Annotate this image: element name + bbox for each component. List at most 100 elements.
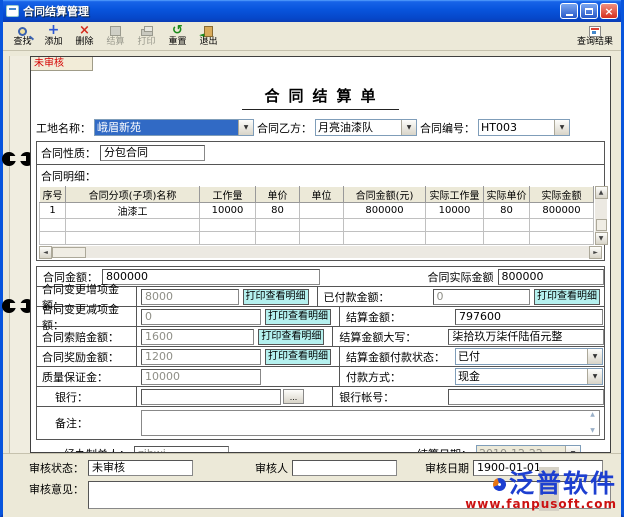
cell[interactable]: 油漆工 — [66, 203, 200, 219]
contract-detail-box: 合同性质： 分包合同 合同明细： 序号 — [36, 141, 605, 261]
change-minus-input[interactable]: 0 — [141, 309, 261, 325]
toolbar-query-result-button[interactable]: 查询结果 — [575, 23, 615, 47]
settlement-form-panel: 未审核 合同结算单 工地名称： 峨眉新苑 ▼ 合同乙方： 月亮油漆队 ▼ — [30, 56, 611, 453]
remark-textarea[interactable]: ▲ ▼ — [141, 410, 600, 436]
scroll-up-icon[interactable]: ▲ — [590, 412, 595, 418]
print-detail-button[interactable]: 打印查看明细 — [265, 309, 331, 325]
print-detail-button[interactable]: 打印查看明细 — [534, 289, 600, 305]
reviewer-label: 审核人 — [255, 460, 288, 476]
party-b-select[interactable]: 月亮油漆队 ▼ — [315, 119, 417, 136]
print-detail-button[interactable]: 打印查看明细 — [265, 349, 331, 365]
toolbar-print-button: 打印 — [131, 23, 162, 47]
cell[interactable] — [300, 203, 344, 219]
quality-deposit-label: 质量保证金： — [37, 367, 137, 386]
contract-nature-label: 合同性质： — [41, 145, 96, 161]
toolbar-reset-button[interactable]: ↺ 重置 — [162, 23, 193, 47]
contract-no-select[interactable]: HT003 ▼ — [478, 119, 570, 136]
scroll-right-icon[interactable]: ► — [589, 246, 602, 259]
cell[interactable]: 10000 — [200, 203, 256, 219]
contract-nature-input[interactable]: 分包合同 — [100, 145, 205, 161]
scroll-down-icon[interactable]: ▼ — [595, 232, 608, 245]
operator-input[interactable]: zjhwj — [134, 446, 229, 454]
maximize-button[interactable] — [580, 3, 598, 19]
reviewer-input[interactable] — [292, 460, 397, 476]
amount-capital-input[interactable]: 柒拾玖万柒仟陆佰元整 — [448, 329, 604, 345]
print-detail-button[interactable]: 打印查看明细 — [243, 289, 309, 305]
scroll-down-icon[interactable]: ▼ — [590, 428, 595, 434]
cell[interactable]: 10000 — [426, 203, 484, 219]
table-row-empty[interactable] — [40, 219, 594, 232]
settle-date-select[interactable]: 2010-12-22 ▼ — [476, 445, 581, 453]
chevron-down-icon[interactable]: ▼ — [587, 369, 602, 384]
scroll-left-icon[interactable]: ◄ — [39, 246, 52, 259]
col-header: 实际单价 — [484, 187, 530, 203]
chevron-down-icon[interactable]: ▼ — [238, 120, 253, 135]
review-section: 审核状态： 未审核 审核人 审核日期 1900-01-01 审核意见： 泛普软件… — [3, 453, 621, 517]
toolbar-exit-button[interactable]: 退出 — [193, 23, 224, 47]
bank-input[interactable] — [141, 389, 281, 405]
chevron-down-icon[interactable]: ▼ — [587, 349, 602, 364]
chevron-down-icon[interactable]: ▼ — [554, 120, 569, 135]
site-select[interactable]: 峨眉新苑 ▼ — [94, 119, 254, 136]
vertical-scrollbar[interactable]: ▲ ▼ — [594, 186, 607, 245]
change-add-input[interactable]: 8000 — [141, 289, 239, 305]
pay-method-select[interactable]: 现金 ▼ — [455, 368, 603, 385]
cell[interactable]: 80 — [484, 203, 530, 219]
col-header: 实际金额 — [530, 187, 594, 203]
cell[interactable]: 800000 — [530, 203, 594, 219]
col-header: 工作量 — [200, 187, 256, 203]
contract-detail-table: 序号 合同分项(子项)名称 工作量 单价 单位 合同金额(元) 实际工作量 实际… — [39, 186, 594, 245]
toolbar-settle-button: 结算 — [100, 23, 131, 47]
form-title: 合同结算单 — [242, 85, 398, 110]
review-status-input[interactable]: 未审核 — [88, 460, 193, 476]
claim-amount-label: 合同索赔金额： — [37, 327, 137, 346]
quality-deposit-input[interactable]: 10000 — [141, 369, 261, 385]
print-icon — [141, 29, 153, 36]
pay-status-label: 结算金额付款状态： — [339, 347, 451, 366]
chevron-down-icon[interactable]: ▼ — [565, 446, 580, 453]
scroll-up-icon[interactable]: ▲ — [595, 186, 608, 199]
exit-icon — [204, 26, 213, 37]
toolbar-add-button[interactable]: + 添加 — [38, 23, 69, 47]
actual-amount-input[interactable]: 800000 — [498, 269, 604, 285]
bank-browse-button[interactable]: ... — [283, 389, 305, 404]
reward-row: 合同奖励金额： 1200 打印查看明细 结算金额付款状态： 已付 ▼ — [37, 347, 604, 367]
horizontal-scrollbar[interactable]: ◄ ► — [39, 245, 602, 258]
close-button[interactable]: × — [600, 3, 618, 19]
paid-amount-input[interactable]: 0 — [433, 289, 531, 305]
pay-method-label: 付款方式： — [339, 367, 451, 386]
titlebar: 合同结算管理 × — [3, 0, 621, 22]
operator-row: 经办制单人： zjhwj 结算日期： 2010-12-22 ▼ — [36, 445, 605, 453]
site-label: 工地名称： — [36, 120, 91, 136]
chevron-down-icon[interactable]: ▼ — [401, 120, 416, 135]
reward-amount-input[interactable]: 1200 — [141, 349, 261, 365]
remark-row: 备注： ▲ ▼ — [37, 407, 604, 439]
quality-deposit-row: 质量保证金： 10000 付款方式： 现金 ▼ — [37, 367, 604, 387]
toolbar-delete-button[interactable]: × 删除 — [69, 23, 100, 47]
scrollbar-thumb[interactable] — [52, 247, 86, 258]
status-tab: 未审核 — [31, 57, 93, 71]
print-detail-button[interactable]: 打印查看明细 — [258, 329, 324, 345]
fanpu-logo-icon — [491, 475, 508, 492]
cell[interactable]: 800000 — [344, 203, 426, 219]
delete-icon: × — [78, 24, 92, 37]
scrollbar-thumb[interactable] — [596, 219, 607, 231]
bank-label: 银行： — [37, 387, 137, 406]
table-row[interactable]: 1 油漆工 10000 80 800000 10000 80 800000 — [40, 203, 594, 219]
cell[interactable]: 1 — [40, 203, 66, 219]
settle-amount-input[interactable]: 797600 — [455, 309, 603, 325]
toolbar-find-button[interactable]: 查找 — [7, 23, 38, 47]
bank-account-label: 银行帐号： — [332, 387, 444, 406]
main-content: 未审核 合同结算单 工地名称： 峨眉新苑 ▼ 合同乙方： 月亮油漆队 ▼ — [3, 51, 621, 453]
claim-amount-input[interactable]: 1600 — [141, 329, 254, 345]
minimize-button[interactable] — [560, 3, 578, 19]
cell[interactable]: 80 — [256, 203, 300, 219]
search-icon — [18, 27, 27, 36]
table-row-empty[interactable] — [40, 232, 594, 245]
pay-status-select[interactable]: 已付 ▼ — [455, 348, 603, 365]
bank-account-input[interactable] — [448, 389, 604, 405]
fanpu-watermark: 泛普软件 www.fanpusoft.com — [465, 471, 617, 511]
textarea-scrollbar[interactable]: ▲ ▼ — [586, 411, 599, 435]
header-field-row: 工地名称： 峨眉新苑 ▼ 合同乙方： 月亮油漆队 ▼ 合同编号： HT003 ▼ — [36, 119, 605, 136]
contract-no-label: 合同编号： — [420, 120, 475, 136]
